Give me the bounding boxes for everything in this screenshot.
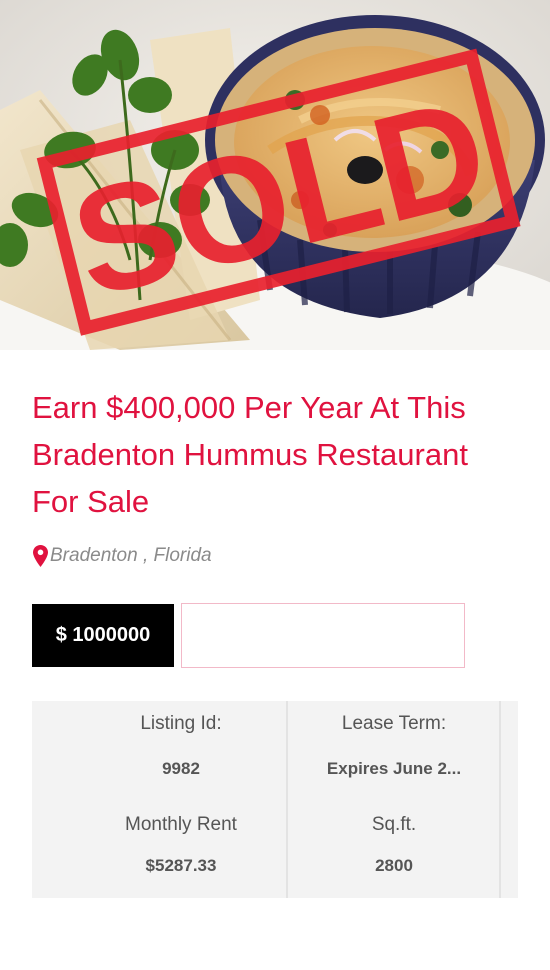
price-badge: $ 1000000 <box>32 604 174 667</box>
secondary-price-box <box>181 603 465 668</box>
lease-term-label: Lease Term: <box>341 713 447 734</box>
listing-title[interactable]: Earn $400,000 Per Year At This Bradenton… <box>32 384 522 525</box>
hummus-photo: SOLD <box>0 0 550 350</box>
sqft-label: Sq.ft. <box>371 814 417 835</box>
listing-id-value-cell: 9982 <box>32 759 330 779</box>
sqft-value-cell: 2800 <box>288 856 500 876</box>
lease-term-cell: Lease Term: <box>288 713 500 735</box>
location-text: Bradenton , Florida <box>50 545 212 566</box>
monthly-rent-cell: Monthly Rent <box>32 814 330 836</box>
sqft-cell: Sq.ft. <box>288 814 500 836</box>
listing-id-cell: Listing Id: <box>32 713 330 735</box>
monthly-rent-value-cell: $5287.33 <box>32 856 330 876</box>
sqft-value: 2800 <box>375 856 413 875</box>
listing-id-label: Listing Id: <box>140 713 222 734</box>
listing-hero-image[interactable]: SOLD <box>0 0 550 350</box>
monthly-rent-label: Monthly Rent <box>125 814 237 835</box>
map-pin-icon <box>33 545 48 567</box>
monthly-rent-value: $5287.33 <box>145 856 217 875</box>
listing-location: Bradenton , Florida <box>33 543 212 569</box>
listing-id-value: 9982 <box>162 759 200 778</box>
lease-term-value-cell: Expires June 2... <box>288 759 500 779</box>
lease-term-value: Expires June 2... <box>326 759 462 778</box>
